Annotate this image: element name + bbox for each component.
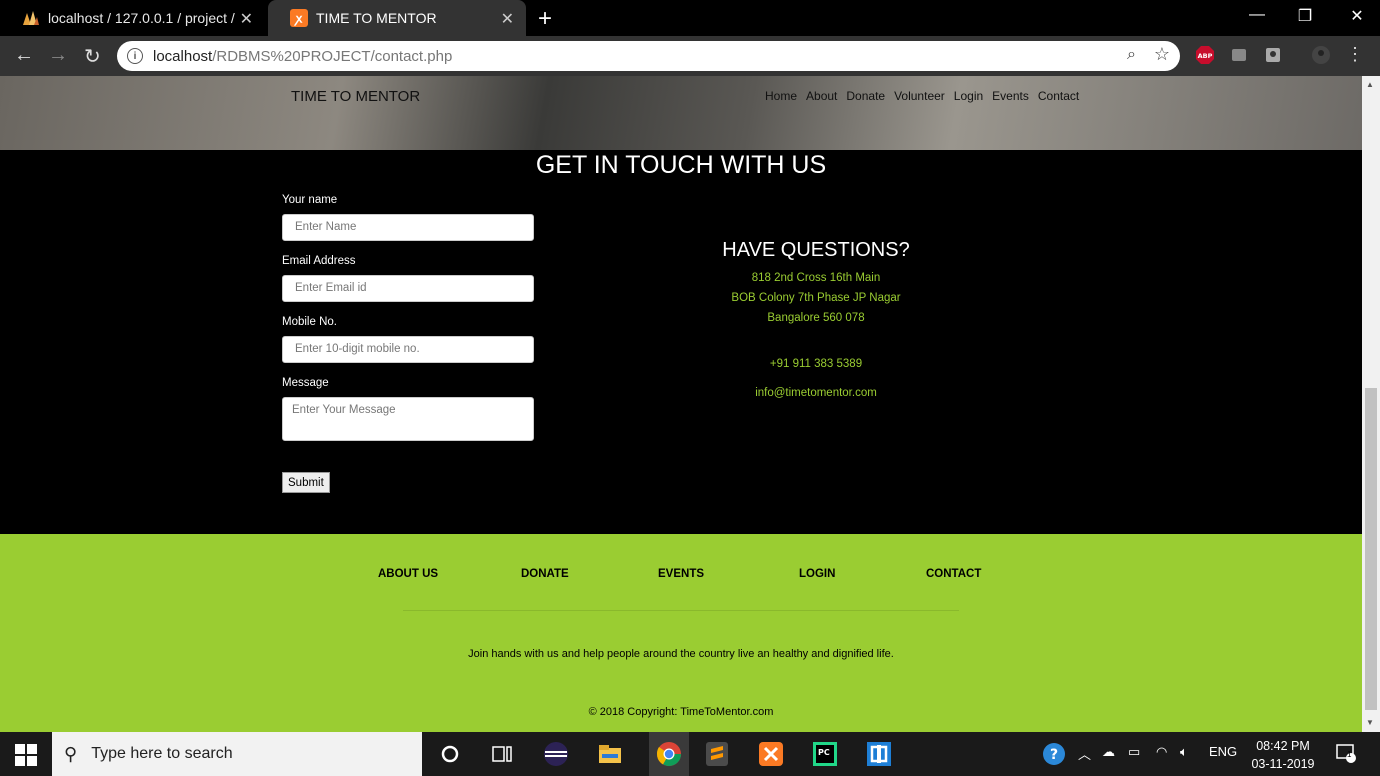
language-indicator[interactable]: ENG [1209, 744, 1237, 759]
address-line: 818 2nd Cross 16th Main [751, 272, 881, 284]
svg-text:?: ? [1050, 747, 1058, 763]
url-text[interactable]: localhost/RDBMS%20PROJECT/contact.php [153, 48, 452, 65]
zoom-icon[interactable]: ⌕ [1127, 46, 1136, 64]
battery-icon[interactable]: ▭ [1128, 744, 1140, 760]
chrome-icon[interactable] [649, 732, 689, 776]
nav-volunteer[interactable]: Volunteer [894, 89, 945, 103]
site-brand[interactable]: TIME TO MENTOR [291, 88, 420, 105]
footer-link-contact[interactable]: CONTACT [926, 568, 981, 580]
hero-banner: TIME TO MENTOR Home About Donate Volunte… [0, 76, 1362, 150]
nav-events[interactable]: Events [992, 89, 1029, 103]
email-input[interactable]: Enter Email id [282, 275, 534, 302]
back-icon[interactable]: ← [14, 44, 34, 67]
footer-tagline: Join hands with us and help people aroun… [468, 648, 894, 660]
address-line: Bangalore 560 078 [767, 312, 865, 324]
reload-icon[interactable]: ↻ [84, 44, 101, 69]
nav-about[interactable]: About [806, 89, 837, 103]
profile-avatar[interactable] [1311, 45, 1331, 65]
svg-text:ABP: ABP [1198, 52, 1213, 60]
email-link[interactable]: info@timetomentor.com [666, 383, 966, 403]
wifi-icon[interactable]: ◠ [1156, 744, 1167, 760]
bookmark-star-icon[interactable]: ☆ [1154, 44, 1170, 65]
site-footer: ABOUT US DONATE EVENTS LOGIN CONTACT Joi… [0, 534, 1362, 732]
pycharm-icon[interactable]: PC [811, 740, 839, 768]
menu-dots-icon[interactable]: ⋮ [1346, 44, 1366, 64]
help-icon[interactable]: ? [1042, 742, 1066, 769]
new-tab-icon[interactable]: + [538, 5, 552, 33]
message-textarea[interactable]: Enter Your Message [282, 397, 534, 441]
questions-box: HAVE QUESTIONS? 818 2nd Cross 16th Main … [666, 239, 966, 403]
tab-time-to-mentor[interactable]: ꭗ TIME TO MENTOR ✕ [268, 0, 526, 36]
nav-home[interactable]: Home [765, 89, 797, 103]
tab-title: localhost / 127.0.0.1 / project / ev [48, 10, 238, 26]
message-label: Message [282, 377, 329, 389]
restore-icon[interactable]: ❐ [1282, 6, 1328, 26]
search-icon: ⚲ [64, 743, 78, 764]
task-view-icon[interactable] [488, 740, 516, 768]
extension-icon[interactable] [1263, 45, 1283, 65]
minimize-icon[interactable]: — [1234, 6, 1280, 24]
forward-icon[interactable]: → [48, 44, 68, 67]
address-bar[interactable]: i localhost/RDBMS%20PROJECT/contact.php … [117, 41, 1180, 71]
footer-link-login[interactable]: LOGIN [799, 568, 835, 580]
onedrive-icon[interactable]: ☁ [1102, 744, 1115, 760]
site-nav: Home About Donate Volunteer Login Events… [765, 89, 1088, 103]
svg-text:PC: PC [818, 748, 830, 757]
scroll-up-icon[interactable]: ▲ [1366, 80, 1374, 89]
footer-link-events[interactable]: EVENTS [658, 568, 704, 580]
cortana-icon[interactable] [436, 740, 464, 768]
sublime-text-icon[interactable] [703, 740, 731, 768]
url-host: localhost [153, 47, 213, 65]
page-scrollbar[interactable]: ▲ ▼ [1362, 76, 1380, 732]
app-icon[interactable] [865, 740, 893, 768]
close-window-icon[interactable]: ✕ [1334, 6, 1380, 26]
mobile-label: Mobile No. [282, 316, 337, 328]
xampp-icon: ꭗ [290, 9, 308, 27]
clock-time: 08:42 PM [1256, 739, 1310, 753]
info-icon[interactable]: i [127, 48, 143, 64]
page-title: GET IN TOUCH WITH US [535, 151, 827, 179]
close-icon[interactable]: ✕ [240, 9, 253, 29]
nav-donate[interactable]: Donate [846, 89, 885, 103]
footer-link-about[interactable]: ABOUT US [378, 568, 438, 580]
taskbar-search[interactable]: ⚲ Type here to search [52, 732, 422, 776]
phone-number: +91 911 383 5389 [769, 358, 863, 370]
chevron-up-icon[interactable]: ︿ [1078, 744, 1091, 763]
nav-login[interactable]: Login [954, 89, 983, 103]
search-placeholder: Type here to search [91, 745, 233, 762]
url-path: /RDBMS%20PROJECT/contact.php [212, 47, 453, 65]
tab-strip: localhost / 127.0.0.1 / project / ev ✕ ꭗ… [0, 0, 1380, 36]
windows-start-icon[interactable] [15, 744, 37, 766]
extension-icon[interactable] [1229, 45, 1249, 65]
scroll-thumb[interactable] [1365, 388, 1377, 710]
mobile-input[interactable]: Enter 10-digit mobile no. [282, 336, 534, 363]
adblock-icon[interactable]: ABP [1195, 45, 1215, 65]
eclipse-icon[interactable] [542, 740, 570, 768]
scroll-down-icon[interactable]: ▼ [1366, 718, 1374, 727]
contact-form: Your name Enter Name Email Address Enter… [282, 194, 534, 455]
xampp-icon[interactable] [757, 740, 785, 768]
taskbar: ⚲ Type here to search PC ? ︿ ☁ ▭ ◠ 🔈︎ EN… [0, 732, 1380, 776]
questions-title: HAVE QUESTIONS? [722, 239, 910, 261]
name-label: Your name [282, 194, 338, 206]
file-explorer-icon[interactable] [596, 740, 624, 768]
footer-link-donate[interactable]: DONATE [521, 568, 569, 580]
phpmyadmin-icon [22, 9, 40, 27]
footer-divider [403, 610, 959, 611]
notification-count: 1 [1347, 750, 1352, 759]
page-viewport: TIME TO MENTOR Home About Donate Volunte… [0, 76, 1362, 732]
tab-title: TIME TO MENTOR [316, 10, 437, 26]
close-icon[interactable]: ✕ [501, 9, 514, 29]
tab-phpmyadmin[interactable]: localhost / 127.0.0.1 / project / ev ✕ [0, 0, 265, 36]
submit-button[interactable]: Submit [282, 472, 330, 493]
footer-copyright: © 2018 Copyright: TimeToMentor.com [588, 706, 774, 718]
system-clock[interactable]: 08:42 PM 03-11-2019 [1243, 737, 1323, 773]
clock-date: 03-11-2019 [1251, 757, 1315, 771]
nav-contact[interactable]: Contact [1038, 89, 1079, 103]
address-line: BOB Colony 7th Phase JP Nagar [731, 292, 901, 304]
volume-icon[interactable]: 🔈︎ [1180, 744, 1188, 760]
notification-icon[interactable]: 1 [1335, 742, 1357, 767]
name-input[interactable]: Enter Name [282, 214, 534, 241]
email-label: Email Address [282, 255, 356, 267]
